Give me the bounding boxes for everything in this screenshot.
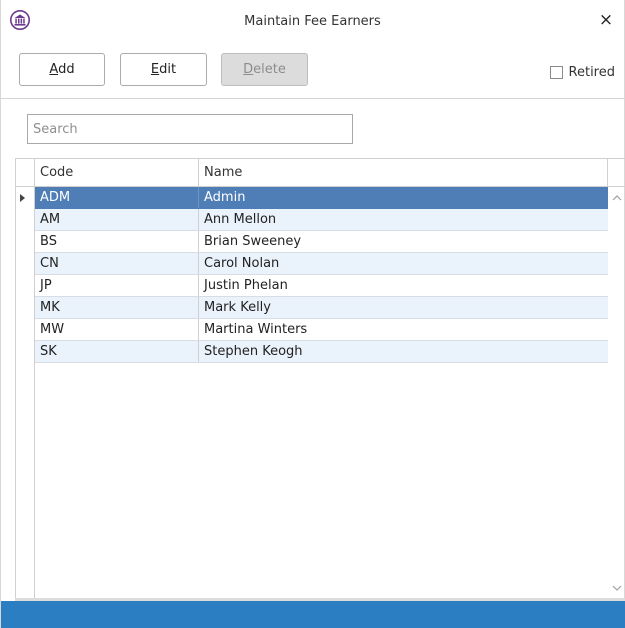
table-row[interactable]: MK Mark Kelly [35, 297, 608, 319]
cell-code: JP [35, 275, 199, 296]
cell-name: Stephen Keogh [204, 344, 303, 359]
add-label-rest: dd [58, 62, 75, 77]
retired-checkbox-group[interactable]: Retired [549, 65, 615, 80]
add-mnemonic: A [49, 62, 59, 77]
cell-name: Ann Mellon [204, 212, 277, 227]
cell-code: CN [35, 253, 199, 274]
cell-code: MW [35, 319, 199, 340]
table-row[interactable]: SK Stephen Keogh [35, 341, 608, 363]
cell-name: Mark Kelly [204, 300, 271, 315]
edit-label-rest: dit [159, 62, 177, 77]
window-title: Maintain Fee Earners [244, 14, 381, 29]
cell-name: Brian Sweeney [204, 234, 302, 249]
close-icon[interactable]: × [598, 12, 614, 29]
cell-code: SK [35, 341, 199, 362]
table-row[interactable]: JP Justin Phelan [35, 275, 608, 297]
delete-button[interactable]: Delete [221, 53, 308, 86]
delete-label-rest: elete [253, 62, 286, 77]
row-selector-column [16, 159, 35, 598]
cell-name: Carol Nolan [204, 256, 280, 271]
column-header-name[interactable]: Name [199, 159, 608, 186]
maintain-fee-earners-dialog: Maintain Fee Earners × Add Edit Delete R… [0, 0, 625, 628]
cell-code: AM [35, 209, 199, 230]
cell-code: BS [35, 231, 199, 252]
edit-mnemonic: E [150, 62, 160, 77]
title-bar: Maintain Fee Earners × [1, 0, 624, 44]
cell-code: ADM [35, 187, 199, 208]
delete-mnemonic: D [243, 62, 254, 77]
table-row[interactable]: MW Martina Winters [35, 319, 608, 341]
add-button[interactable]: Add [19, 53, 105, 86]
table-row[interactable]: AM Ann Mellon [35, 209, 608, 231]
edit-button[interactable]: Edit [120, 53, 207, 86]
current-row-pointer-icon [20, 194, 25, 202]
search-input[interactable] [27, 114, 353, 144]
status-bar [1, 601, 625, 628]
retired-checkbox[interactable] [549, 66, 563, 79]
chevron-up-icon[interactable] [612, 193, 622, 203]
toolbar: Add Edit Delete Retired [1, 44, 624, 99]
column-header-code[interactable]: Code [35, 159, 199, 186]
cell-name: Admin [204, 190, 246, 205]
vertical-scrollbar[interactable] [608, 187, 625, 599]
fee-earners-grid: Code Name ADM Admin AM Ann Mellon BS Bri… [15, 158, 625, 598]
table-row[interactable]: CN Carol Nolan [35, 253, 608, 275]
grid-header: Code Name [16, 159, 625, 187]
chevron-down-icon[interactable] [612, 583, 622, 593]
cell-code: MK [35, 297, 199, 318]
cell-name: Martina Winters [204, 322, 308, 337]
table-row[interactable]: BS Brian Sweeney [35, 231, 608, 253]
table-row[interactable]: ADM Admin [35, 187, 608, 209]
retired-label: Retired [568, 65, 615, 80]
cell-name: Justin Phelan [204, 278, 288, 293]
